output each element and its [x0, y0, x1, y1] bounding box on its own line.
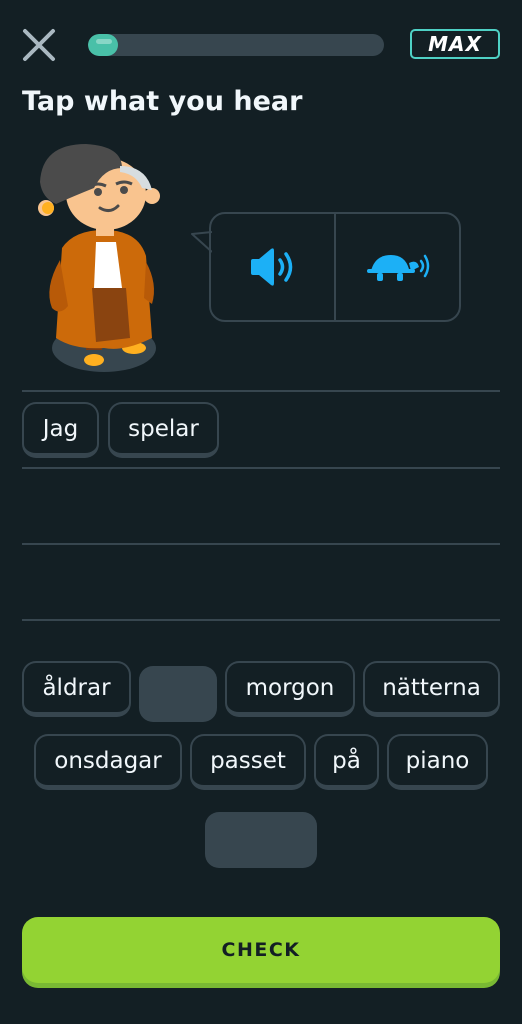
word-bank-chip[interactable]: åldrar [22, 661, 131, 717]
word-bank-chip[interactable]: piano [387, 734, 488, 790]
selected-word-chip[interactable]: spelar [108, 402, 219, 458]
word-bank-empty-slot [205, 812, 317, 868]
speaker-icon [250, 248, 292, 286]
progress-fill [88, 34, 118, 56]
close-icon [23, 29, 55, 61]
turtle-icon [366, 254, 429, 281]
word-bank-chip[interactable]: passet [190, 734, 306, 790]
answer-line [22, 543, 500, 545]
close-button[interactable] [20, 26, 58, 64]
selected-word-chip[interactable]: Jag [22, 402, 99, 458]
max-badge[interactable]: MAX [410, 29, 500, 59]
answer-line [22, 619, 500, 621]
character-illustration [38, 144, 160, 372]
play-slow-audio-button[interactable] [334, 214, 459, 320]
word-bank-chip[interactable]: morgon [225, 661, 355, 717]
speech-bubble [209, 212, 461, 322]
page-title: Tap what you hear [22, 86, 303, 117]
answer-line [22, 467, 500, 469]
play-audio-button[interactable] [211, 214, 334, 320]
word-bank-chip[interactable]: på [314, 734, 379, 790]
lesson-progress-bar [88, 34, 384, 56]
word-bank-empty-slot [139, 666, 217, 722]
word-bank-chip[interactable]: onsdagar [34, 734, 182, 790]
answer-line [22, 390, 500, 392]
check-button[interactable]: CHECK [22, 917, 500, 983]
word-bank-chip[interactable]: nätterna [363, 661, 500, 717]
